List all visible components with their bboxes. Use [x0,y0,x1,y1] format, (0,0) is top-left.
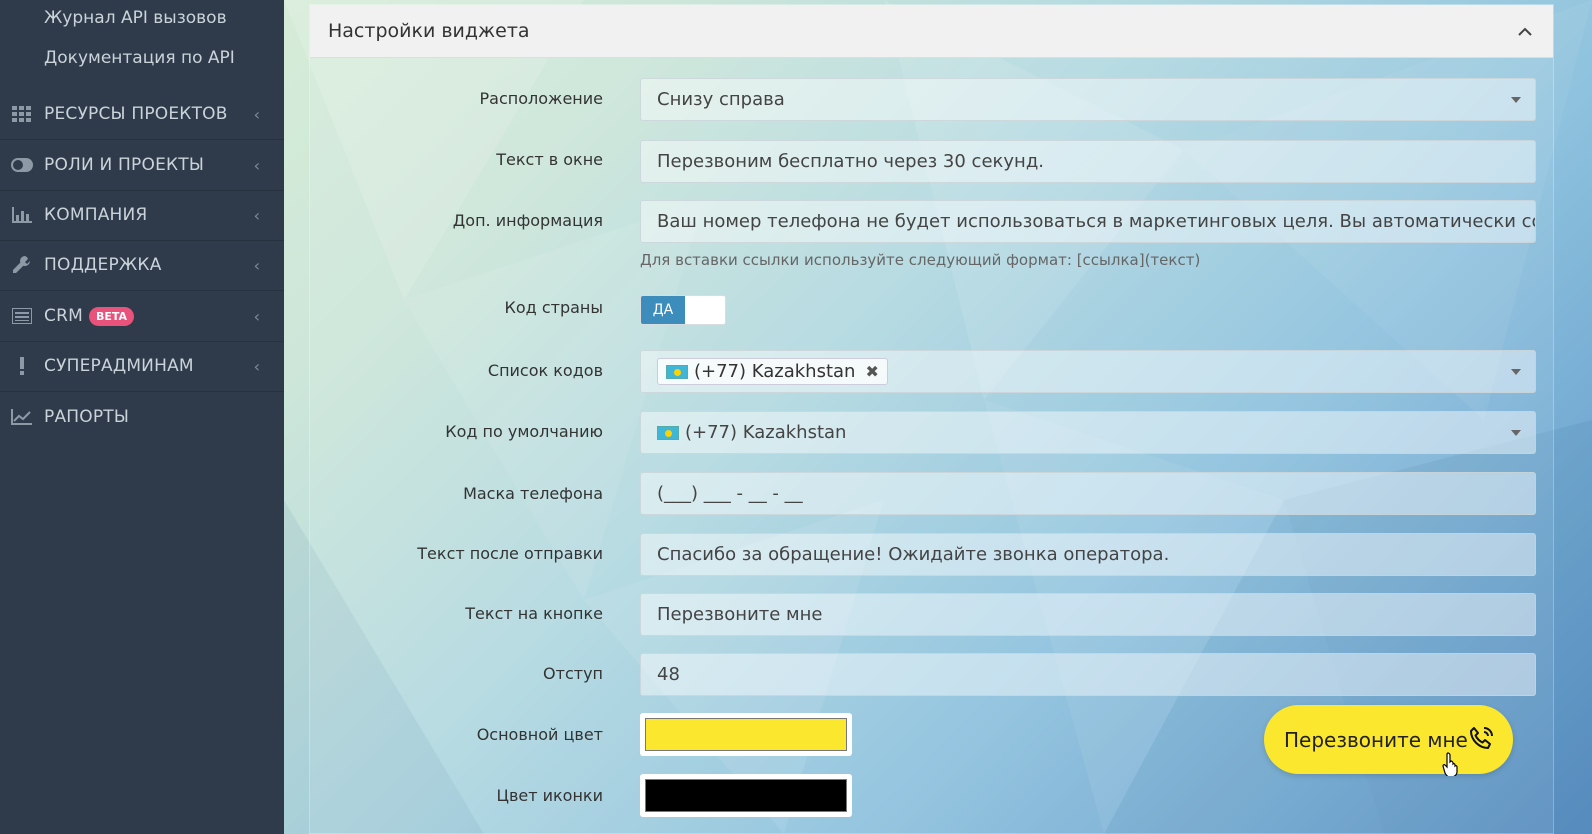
remove-tag-icon[interactable]: ✖ [865,362,878,381]
default-code-label: Код по умолчанию [445,422,603,441]
main-color-picker[interactable] [640,713,852,756]
panel-title: Настройки виджета [328,20,530,42]
line-chart-icon [0,408,44,425]
after-send-text-label: Текст после отправки [417,544,603,563]
button-text-value: Перезвоните мне [657,604,823,625]
window-text-input[interactable]: Перезвоним бесплатно через 30 секунд. [640,140,1536,183]
bar-chart-icon [0,207,44,223]
toggle-icon [0,158,44,172]
main-color-swatch [645,718,847,751]
codes-list-label: Список кодов [487,361,603,380]
chevron-left-icon: ‹ [253,255,260,275]
after-send-text-input[interactable]: Спасибо за обращение! Ожидайте звонка оп… [640,533,1536,576]
sidebar-item-superadmins[interactable]: СУПЕРАДМИНАМ ‹ [0,341,284,392]
caret-down-icon [1511,369,1521,375]
chevron-left-icon: ‹ [253,306,260,326]
country-code-label: Код страны [504,298,603,317]
list-icon [0,308,44,324]
sidebar-item-label: РОЛИ И ПРОЕКТЫ [44,155,205,175]
chevron-left-icon: ‹ [253,155,260,175]
hand-cursor-icon [1442,752,1458,776]
phone-mask-value: (___) ___ - __ - __ [657,483,803,504]
extra-info-label: Доп. информация [452,211,603,230]
position-value: Снизу справа [657,89,785,110]
sidebar-item-support[interactable]: ПОДДЕРЖКА ‹ [0,240,284,291]
extra-info-value: Ваш номер телефона не будет использовать… [657,211,1535,232]
chevron-left-icon: ‹ [253,356,260,376]
phone-call-icon [1467,725,1495,758]
sidebar-item-roles-projects[interactable]: РОЛИ И ПРОЕКТЫ ‹ [0,140,284,191]
exclamation-icon [0,357,44,375]
position-label: Расположение [479,89,603,108]
sidebar-subitem-api-log[interactable]: Журнал API вызовов [44,8,227,28]
panel-header: Настройки виджета [310,5,1553,58]
extra-info-input[interactable]: Ваш номер телефона не будет использовать… [640,200,1536,243]
sidebar-item-label: ПОДДЕРЖКА [44,255,162,275]
sidebar-item-label: КОМПАНИЯ [44,205,148,225]
sidebar-item-label: РАПОРТЫ [44,406,130,427]
caret-down-icon [1511,430,1521,436]
default-code-value: (+77) Kazakhstan [685,422,847,443]
icon-color-label: Цвет иконки [496,786,603,805]
main-color-label: Основной цвет [476,725,603,744]
sidebar-item-reports[interactable]: РАПОРТЫ [0,391,284,442]
code-tag: (+77) Kazakhstan ✖ [657,358,888,385]
grid-icon [0,106,44,122]
sidebar-item-project-resources[interactable]: РЕСУРСЫ ПРОЕКТОВ ‹ [0,89,284,140]
icon-color-picker[interactable] [640,774,852,817]
window-text-label: Текст в окне [496,150,603,169]
offset-value: 48 [657,664,680,685]
window-text-value: Перезвоним бесплатно через 30 секунд. [657,151,1044,172]
callback-widget-button[interactable]: Перезвоните мне [1264,705,1513,774]
country-code-toggle[interactable]: ДА [640,295,726,325]
sidebar-item-crm[interactable]: CRM BETA ‹ [0,291,284,342]
phone-mask-label: Маска телефона [463,484,603,503]
toggle-off-handle [685,296,725,324]
sidebar: Журнал API вызовов Документация по API Р… [0,0,284,834]
main-content: Настройки виджета Расположение Снизу спр… [284,0,1592,834]
offset-label: Отступ [543,664,603,683]
caret-down-icon [1511,97,1521,103]
callback-widget-label: Перезвоните мне [1284,727,1468,752]
codes-list-multiselect[interactable]: (+77) Kazakhstan ✖ [640,350,1536,393]
chevron-left-icon: ‹ [253,205,260,225]
position-select[interactable]: Снизу справа [640,78,1536,121]
kazakhstan-flag-icon [657,425,679,440]
chevron-up-icon[interactable] [1515,19,1535,43]
offset-input[interactable]: 48 [640,653,1536,696]
wrench-icon [0,255,44,275]
default-code-select[interactable]: (+77) Kazakhstan [640,411,1536,454]
phone-mask-input[interactable]: (___) ___ - __ - __ [640,472,1536,515]
sidebar-item-company[interactable]: КОМПАНИЯ ‹ [0,190,284,241]
sidebar-item-label: CRM [44,306,83,326]
button-text-label: Текст на кнопке [465,604,603,623]
extra-info-help: Для вставки ссылки используйте следующий… [640,251,1201,269]
sidebar-item-label: СУПЕРАДМИНАМ [44,356,194,376]
beta-badge: BETA [88,306,135,326]
icon-color-swatch [645,779,847,812]
toggle-on-label: ДА [641,296,685,324]
button-text-input[interactable]: Перезвоните мне [640,593,1536,636]
sidebar-item-label: РЕСУРСЫ ПРОЕКТОВ [44,104,228,124]
kazakhstan-flag-icon [666,364,688,379]
sidebar-subitem-api-docs[interactable]: Документация по API [44,48,235,68]
chevron-left-icon: ‹ [253,104,260,124]
code-tag-label: (+77) Kazakhstan [694,361,856,382]
after-send-text-value: Спасибо за обращение! Ожидайте звонка оп… [657,544,1170,565]
